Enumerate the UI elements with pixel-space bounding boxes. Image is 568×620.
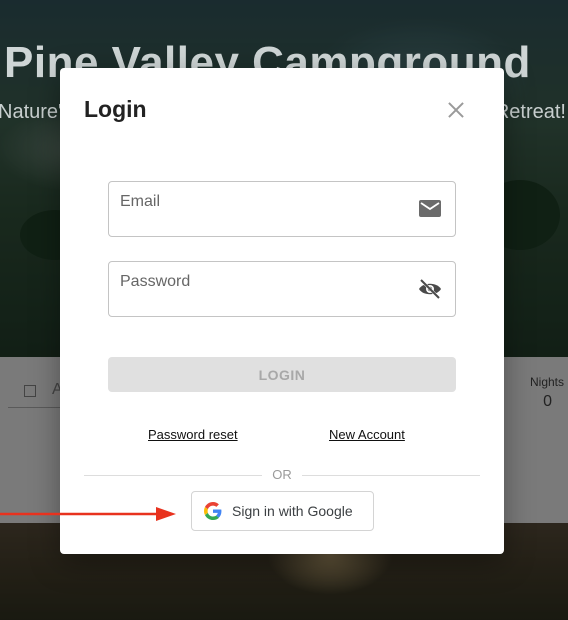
mail-icon xyxy=(419,200,441,217)
annotation-arrow xyxy=(0,507,176,521)
dialog-title: Login xyxy=(84,96,147,122)
google-g-icon xyxy=(204,502,222,520)
password-input[interactable] xyxy=(120,290,404,309)
close-icon[interactable] xyxy=(444,98,468,122)
google-button-label: Sign in with Google xyxy=(232,503,353,519)
password-label: Password xyxy=(120,273,191,290)
login-button[interactable]: LOGIN xyxy=(108,357,456,392)
email-label: Email xyxy=(120,193,161,210)
arrival-date-field[interactable]: A xyxy=(8,371,68,408)
login-dialog: Login Email Password LOGIN Password rese… xyxy=(60,68,504,554)
google-sign-in-button[interactable]: Sign in with Google xyxy=(191,491,374,531)
email-field[interactable]: Email xyxy=(108,181,456,237)
nights-value: 0 xyxy=(543,393,552,410)
calendar-icon xyxy=(24,385,36,397)
password-reset-link[interactable]: Password reset xyxy=(148,427,238,442)
nights-label: Nights xyxy=(529,375,564,389)
email-input[interactable] xyxy=(120,210,404,229)
hero-subtitle-left: Nature' xyxy=(0,101,62,123)
password-field[interactable]: Password xyxy=(108,261,456,317)
or-separator: OR xyxy=(272,467,292,482)
visibility-off-icon[interactable] xyxy=(418,279,442,299)
hero-subtitle-right: Retreat! xyxy=(494,101,566,123)
new-account-link[interactable]: New Account xyxy=(329,427,405,442)
